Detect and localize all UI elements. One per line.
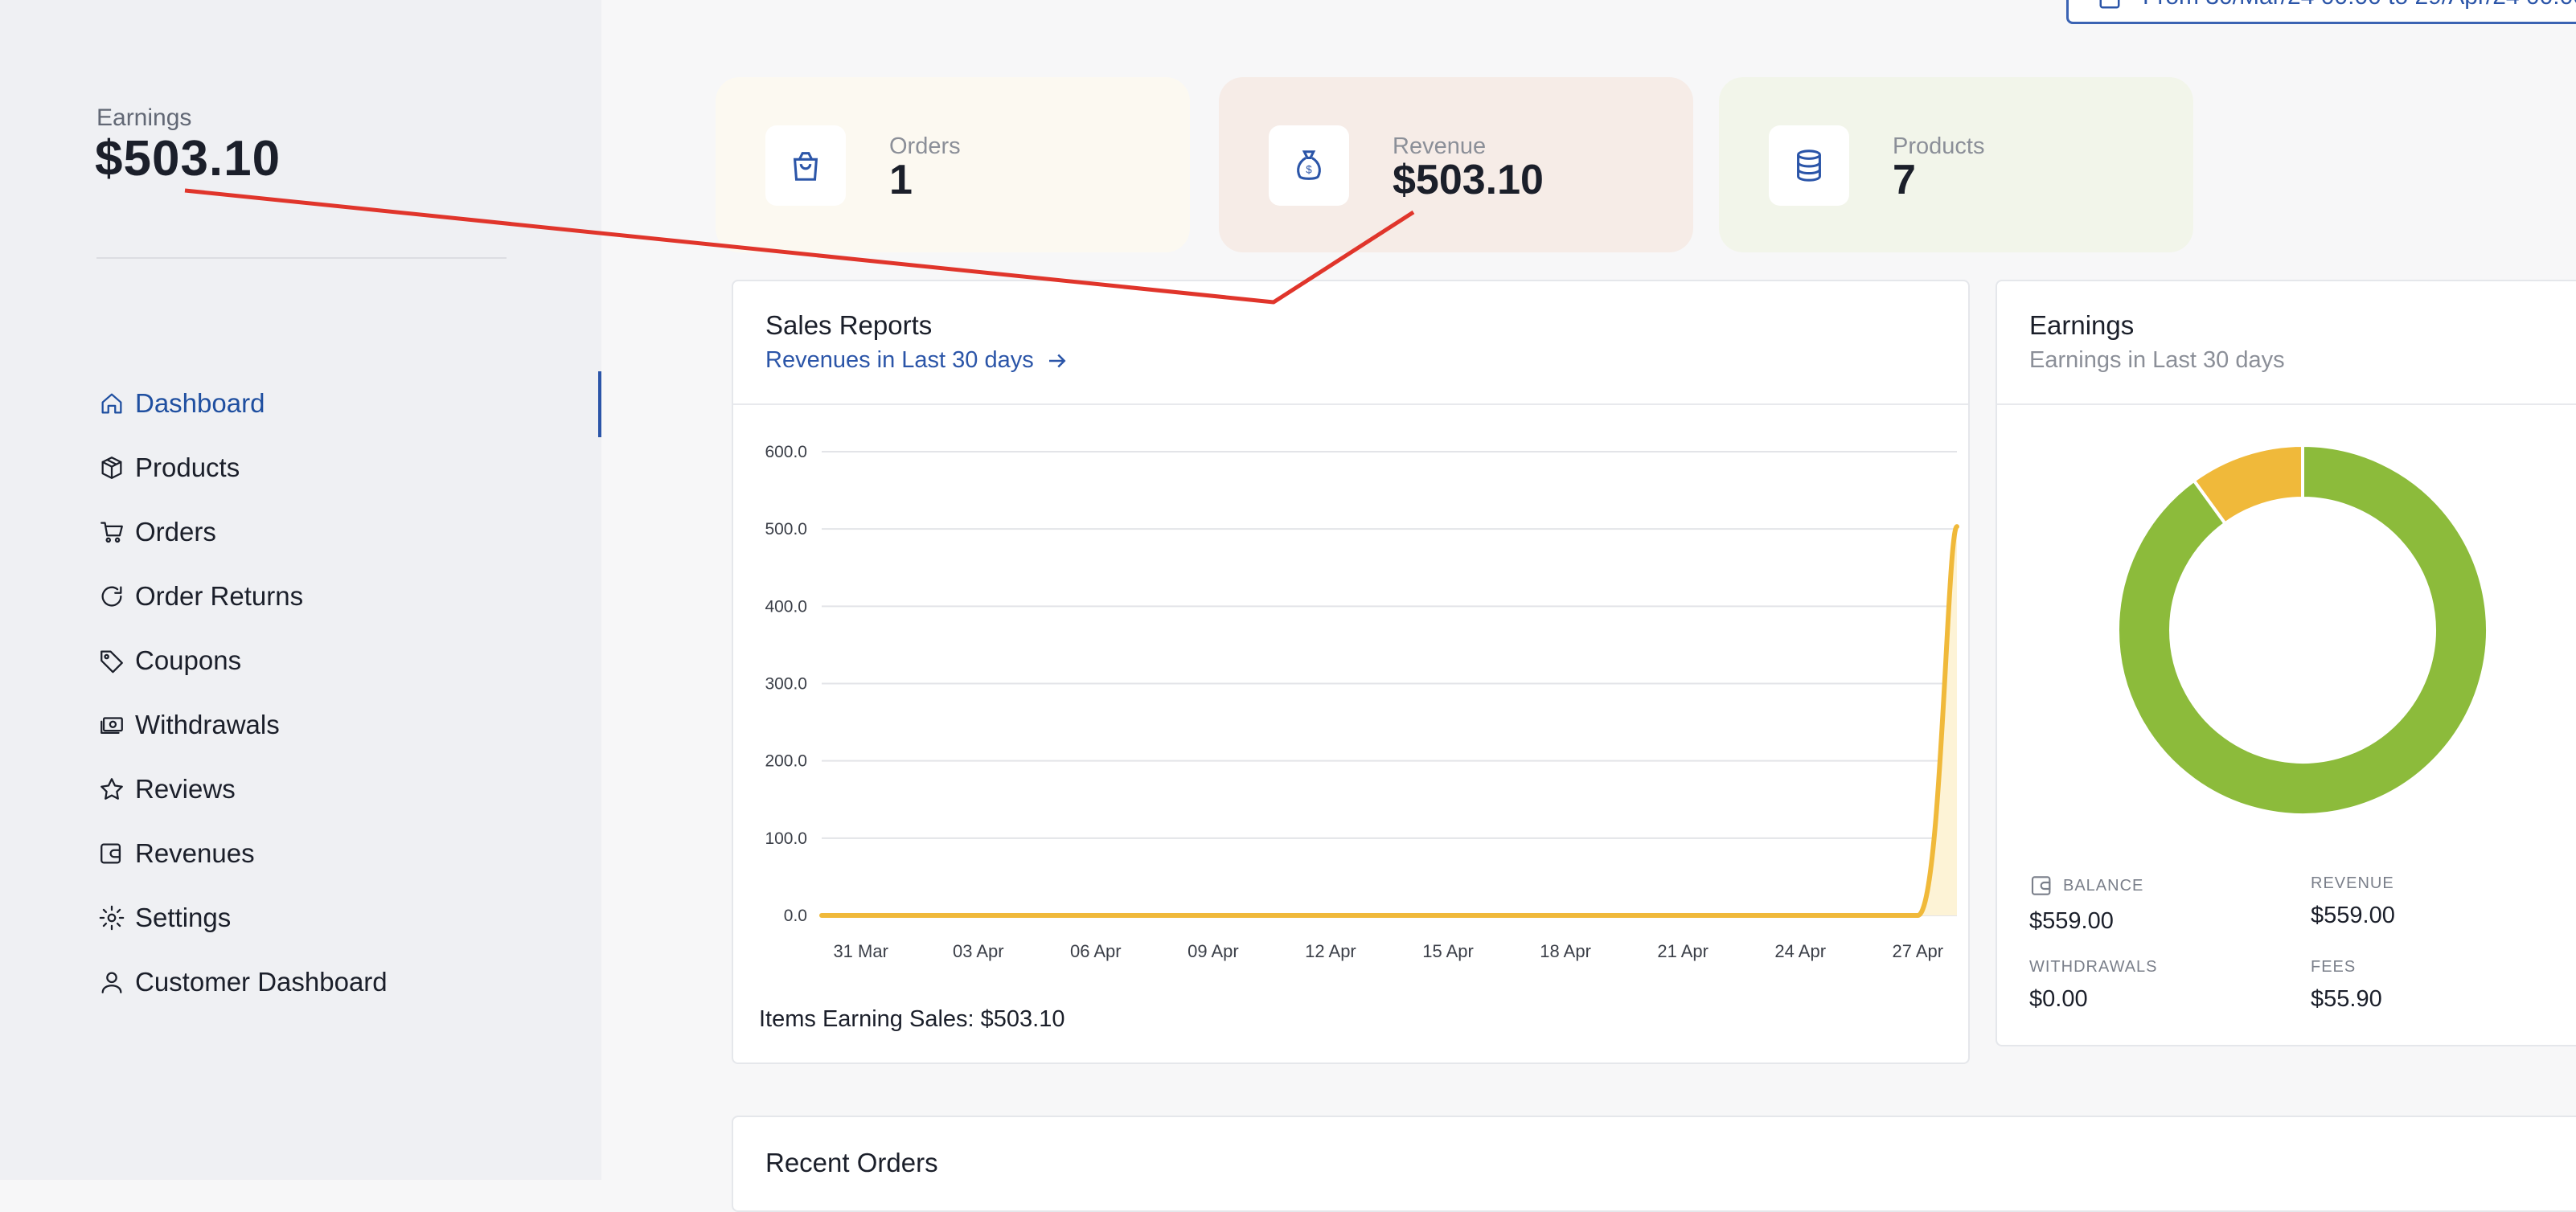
sidebar-item-settings[interactable]: Settings xyxy=(96,886,388,950)
x-tick-label: 06 Apr xyxy=(1070,941,1122,961)
sidebar-item-withdrawals[interactable]: Withdrawals xyxy=(96,693,388,757)
sidebar-item-customer-dashboard[interactable]: Customer Dashboard xyxy=(96,950,388,1014)
x-tick-label: 09 Apr xyxy=(1188,941,1239,961)
fees-value: $55.90 xyxy=(2311,986,2382,1012)
earnings-subtitle: Earnings in Last 30 days xyxy=(2029,347,2285,373)
x-tick-label: 15 Apr xyxy=(1422,941,1474,961)
sidebar-item-label: Customer Dashboard xyxy=(135,967,388,997)
star-icon xyxy=(96,774,127,805)
sales-chart: 0.0 100.0 200.0 300.0 400.0 500.0 600.0 31 Mar 0… xyxy=(765,443,1959,961)
sidebar-earnings-value: $503.10 xyxy=(95,131,281,186)
wallet-icon xyxy=(2031,876,2051,895)
revenue-label: REVENUE xyxy=(2311,874,2394,892)
revenue-stat: REVENUE $559.00 xyxy=(2311,874,2395,929)
database-icon xyxy=(1797,149,1821,182)
user-icon xyxy=(96,967,127,997)
svg-text:$: $ xyxy=(1306,164,1312,176)
sidebar-item-label: Products xyxy=(135,452,240,482)
earnings-panel: Earnings Earnings in Last 30 days BALANC… xyxy=(1996,280,2576,1046)
sidebar-item-products[interactable]: Products xyxy=(96,436,388,500)
home-icon xyxy=(96,388,127,419)
sidebar-item-dashboard[interactable]: Dashboard xyxy=(96,371,388,436)
series-area xyxy=(822,526,1957,915)
active-nav-indicator xyxy=(598,371,601,437)
y-tick-label: 400.0 xyxy=(765,597,807,616)
x-tick-label: 24 Apr xyxy=(1774,941,1826,961)
y-tick-label: 0.0 xyxy=(784,907,807,925)
box-icon xyxy=(96,452,127,483)
x-tick-label: 12 Apr xyxy=(1305,941,1356,961)
calendar-icon xyxy=(2099,0,2120,9)
sales-footer: Items Earning Sales: $503.10 xyxy=(759,1006,1065,1032)
earnings-donut-chart xyxy=(2116,443,2489,817)
recent-orders-panel: Recent Orders xyxy=(732,1116,2576,1212)
recent-orders-title: Recent Orders xyxy=(765,1148,938,1177)
revenue-stat-card: $ Revenue $503.10 xyxy=(1219,77,1693,252)
series-line xyxy=(819,524,1959,918)
sidebar-item-label: Coupons xyxy=(135,645,242,675)
balance-value: $559.00 xyxy=(2029,908,2114,934)
money-bag-icon: $ xyxy=(1297,150,1321,180)
sales-reports-panel: Sales Reports Revenues in Last 30 days 0… xyxy=(732,280,1970,1064)
sidebar-item-label: Order Returns xyxy=(135,581,304,611)
fees-stat: FEES $55.90 xyxy=(2311,958,2382,1013)
earnings-title: Earnings xyxy=(2029,310,2135,340)
sidebar-item-label: Withdrawals xyxy=(135,710,280,739)
sidebar-item-orders[interactable]: Orders xyxy=(96,500,388,564)
sidebar-item-revenues[interactable]: Revenues xyxy=(96,821,388,886)
tag-icon xyxy=(96,645,127,676)
cart-icon xyxy=(96,517,127,547)
revenue-icon-box: $ xyxy=(1269,125,1349,206)
sidebar-item-label: Settings xyxy=(135,903,232,932)
y-tick-label: 600.0 xyxy=(765,443,807,461)
orders-icon-box xyxy=(765,125,846,206)
sales-reports-title: Sales Reports xyxy=(765,310,933,340)
y-tick-label: 500.0 xyxy=(765,520,807,538)
refresh-icon xyxy=(96,581,127,612)
revenues-link-label: Revenues in Last 30 days xyxy=(765,347,1034,373)
cash-icon xyxy=(96,710,127,740)
gear-icon xyxy=(96,903,127,933)
x-tick-label: 27 Apr xyxy=(1893,941,1944,961)
sidebar-item-reviews[interactable]: Reviews xyxy=(96,757,388,821)
balance-label: BALANCE xyxy=(2063,876,2144,895)
revenue-stat-value: $503.10 xyxy=(1393,157,1544,203)
x-tick-label: 21 Apr xyxy=(1657,941,1708,961)
date-range-filter[interactable]: From 30/Mar/24 00:00 to 29/Apr/24 00:00 xyxy=(2066,0,2576,24)
x-tick-label: 03 Apr xyxy=(953,941,1004,961)
x-tick-label: 18 Apr xyxy=(1540,941,1591,961)
withdrawals-label: WITHDRAWALS xyxy=(2029,958,2158,976)
sidebar-item-order-returns[interactable]: Order Returns xyxy=(96,564,388,629)
products-stat-value: 7 xyxy=(1893,157,1916,203)
date-range-label: From 30/Mar/24 00:00 to 29/Apr/24 00:00 xyxy=(2143,0,2576,10)
fees-label: FEES xyxy=(2311,958,2357,976)
products-stat-card: Products 7 xyxy=(1719,77,2193,252)
sidebar-item-label: Reviews xyxy=(135,774,236,804)
sidebar-item-label: Orders xyxy=(135,517,216,547)
arrow-right-icon xyxy=(1048,354,1066,367)
sidebar-item-coupons[interactable]: Coupons xyxy=(96,629,388,693)
withdrawals-stat: WITHDRAWALS $0.00 xyxy=(2029,958,2158,1013)
revenue-value: $559.00 xyxy=(2311,903,2395,928)
sidebar: Earnings $503.10 Dashboard Products Orders… xyxy=(0,0,601,1180)
x-tick-label: 31 Mar xyxy=(833,941,888,961)
products-icon-box xyxy=(1769,125,1849,206)
sidebar-item-label: Dashboard xyxy=(135,388,265,418)
balance-stat: BALANCE $559.00 xyxy=(2029,873,2143,935)
shopping-bag-icon xyxy=(793,152,818,181)
sidebar-divider xyxy=(96,257,507,259)
withdrawals-value: $0.00 xyxy=(2029,986,2088,1012)
revenues-link[interactable]: Revenues in Last 30 days xyxy=(765,347,1069,374)
wallet-icon xyxy=(96,838,127,869)
orders-stat-card: Orders 1 xyxy=(716,77,1190,252)
sidebar-nav: Dashboard Products Orders Order Returns Coup… xyxy=(96,371,388,1014)
donut-slice-0 xyxy=(2116,443,2489,817)
sidebar-earnings-label: Earnings xyxy=(96,104,192,131)
y-tick-label: 100.0 xyxy=(765,829,807,848)
y-tick-label: 300.0 xyxy=(765,675,807,694)
sidebar-item-label: Revenues xyxy=(135,838,255,868)
y-tick-label: 200.0 xyxy=(765,752,807,771)
orders-stat-value: 1 xyxy=(889,157,913,203)
